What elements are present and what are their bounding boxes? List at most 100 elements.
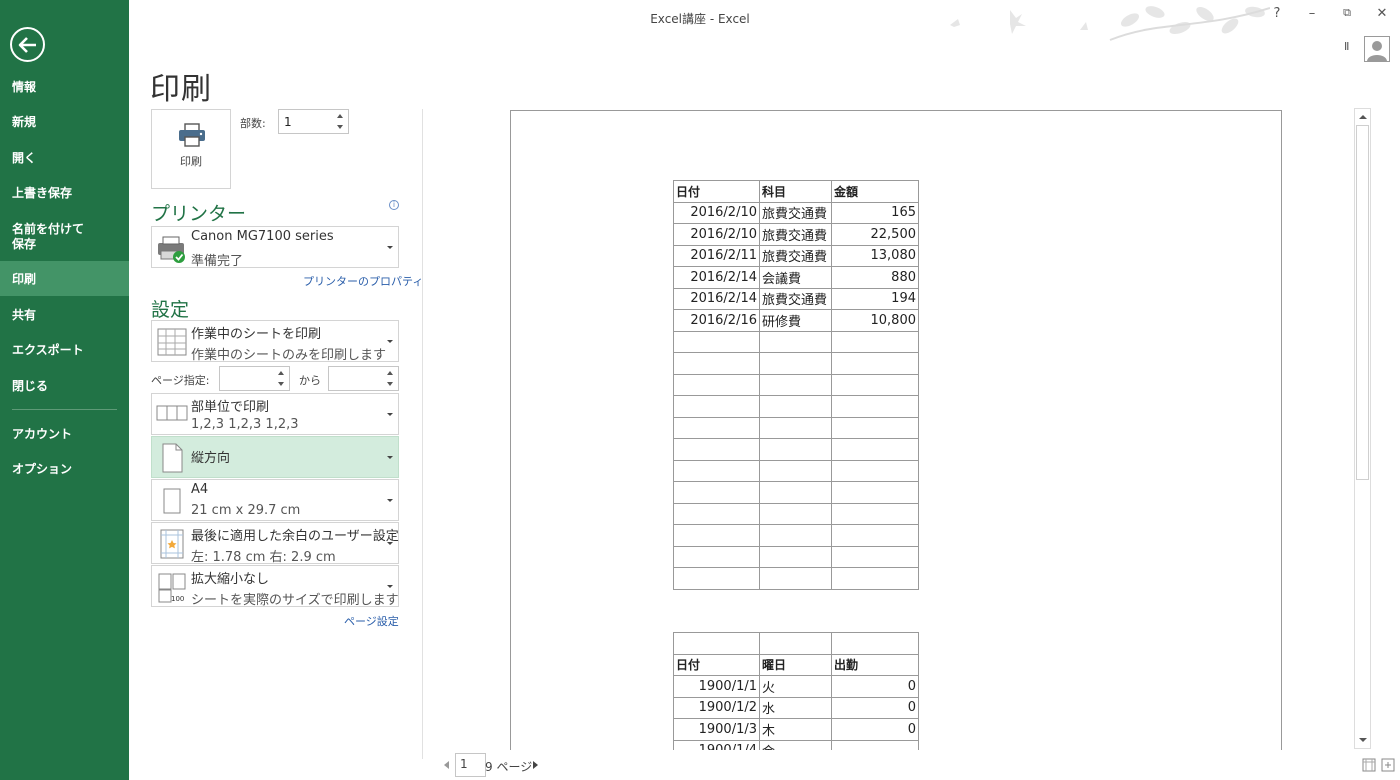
pages-to-label: から (299, 374, 321, 387)
printer-properties-link[interactable]: プリンターのプロパティ (303, 273, 423, 289)
table-row-empty (673, 524, 919, 547)
print-button-label: 印刷 (180, 155, 202, 168)
sidebar-item-5[interactable]: 印刷 (0, 261, 129, 296)
table-cell (759, 330, 832, 353)
table-row: 2016/2/11 旅費交通費 13,080 (673, 244, 919, 267)
table-row-empty (673, 330, 919, 353)
pages-to-decrement[interactable] (384, 379, 396, 390)
help-button[interactable]: ? (1267, 6, 1287, 21)
sidebar-item-6[interactable]: 共有 (0, 308, 129, 323)
table-cell (673, 567, 760, 590)
table-cell (673, 352, 760, 375)
table-cell (673, 545, 760, 568)
margins-select[interactable]: 最後に適用した余白のユーザー設定 左: 1.78 cm 右: 2.9 cm (151, 522, 399, 565)
scroll-up-icon[interactable] (1358, 113, 1368, 121)
margins-main: 最後に適用した余白のユーザー設定 (191, 529, 399, 544)
table-header-cell: 金額 (831, 180, 919, 203)
zoom-to-page-icon[interactable] (1381, 758, 1395, 772)
backstage-sidebar: 情報新規開く上書き保存名前を付けて 保存印刷共有エクスポート 閉じるアカウントオプ… (0, 0, 129, 780)
table-cell: 1900/1/4 (673, 739, 760, 750)
sidebar-item-0[interactable]: 情報 (0, 80, 129, 95)
page-total: 9 ページ (485, 760, 533, 774)
table-cell: 2016/2/10 (673, 201, 760, 224)
printer-status: 準備完了 (191, 254, 244, 269)
chevron-down-icon (387, 340, 393, 343)
collate-select[interactable]: 部単位で印刷 1,2,3 1,2,3 1,2,3 (151, 393, 399, 435)
table-cell: 水 (759, 696, 832, 719)
copies-input[interactable]: 1 (278, 109, 349, 134)
table-cell (673, 524, 760, 547)
table-row: 1900/1/1 火 0 (673, 675, 919, 698)
next-page-icon[interactable] (532, 760, 540, 770)
sidebar-item-2[interactable]: 開く (0, 151, 129, 166)
paper-size-main: A4 (191, 482, 209, 497)
table-header-cell: 曜日 (759, 653, 832, 676)
scaling-icon: 100 (158, 573, 186, 603)
copies-decrement-button[interactable] (334, 122, 346, 133)
table-cell: 2016/2/11 (673, 244, 760, 267)
scaling-select[interactable]: 100 拡大縮小なし シートを実際のサイズで印刷します (151, 565, 399, 608)
table-cell: 0 (831, 675, 919, 698)
user-avatar-icon (1364, 36, 1390, 62)
paper-size-select[interactable]: A4 21 cm x 29.7 cm (151, 479, 399, 521)
restore-button[interactable]: ⧉ (1337, 6, 1357, 20)
table-cell (831, 524, 919, 547)
minimize-button[interactable]: – (1302, 6, 1322, 21)
pages-from-input[interactable] (219, 366, 290, 391)
table-cell (831, 352, 919, 375)
pages-to-input[interactable] (328, 366, 399, 391)
account-area[interactable]: Ⅱ (1344, 36, 1392, 62)
table-cell: 木 (759, 718, 832, 741)
orientation-select[interactable]: 縦方向 (151, 436, 399, 478)
show-margins-icon[interactable] (1362, 758, 1376, 772)
svg-text:100: 100 (171, 595, 184, 603)
portrait-page-icon (162, 443, 183, 473)
sidebar-item-9[interactable]: アカウント (0, 427, 129, 442)
table-cell: 0 (831, 718, 919, 741)
pages-from-increment[interactable] (275, 368, 287, 379)
table-header-cell: 日付 (673, 653, 760, 676)
table-cell: 2016/2/14 (673, 266, 760, 289)
close-button[interactable]: ✕ (1372, 6, 1392, 21)
table-cell (831, 481, 919, 504)
print-what-select[interactable]: 作業中のシートを印刷 作業中のシートのみを印刷します (151, 320, 399, 363)
table-cell: 10,800 (831, 309, 919, 332)
scroll-down-icon[interactable] (1358, 736, 1368, 744)
page-setup-link[interactable]: ページ設定 (344, 613, 399, 629)
copies-increment-button[interactable] (334, 111, 346, 122)
table-cell: 194 (831, 287, 919, 310)
table-cell: 1900/1/1 (673, 675, 760, 698)
table-row-empty (673, 567, 919, 590)
pages-from-decrement[interactable] (275, 379, 287, 390)
current-page-input[interactable]: 1 (455, 753, 486, 777)
print-button[interactable]: 印刷 (151, 109, 231, 189)
sidebar-item-8[interactable]: 閉じる (0, 379, 129, 394)
table-cell (831, 416, 919, 439)
sidebar-item-7[interactable]: エクスポート (0, 343, 129, 358)
chevron-down-icon (387, 499, 393, 502)
spin-up-icon (387, 371, 393, 375)
sidebar-item-1[interactable]: 新規 (0, 115, 129, 130)
previous-page-icon[interactable] (442, 760, 450, 770)
sidebar-item-4[interactable]: 名前を付けて 保存 (0, 222, 129, 252)
info-icon[interactable]: i (389, 200, 399, 210)
scrollbar-thumb[interactable] (1356, 125, 1369, 480)
table-cell: 0 (831, 696, 919, 719)
chevron-down-icon (387, 456, 393, 459)
back-button[interactable] (10, 27, 45, 62)
margins-icon (160, 529, 184, 559)
table-cell (759, 524, 832, 547)
sidebar-item-10[interactable]: オプション (0, 462, 129, 477)
decoration-leaves-icon (950, 6, 1270, 41)
table-cell (759, 373, 832, 396)
table-cell (759, 545, 832, 568)
table-row-empty (673, 416, 919, 439)
preview-scrollbar[interactable] (1354, 108, 1371, 749)
scaling-sub: シートを実際のサイズで印刷します (191, 593, 399, 608)
table-cell (673, 416, 760, 439)
sidebar-item-3[interactable]: 上書き保存 (0, 186, 129, 201)
table-cell (831, 395, 919, 418)
table-row: 2016/2/14 会議費 880 (673, 266, 919, 289)
pages-to-increment[interactable] (384, 368, 396, 379)
printer-select[interactable]: Canon MG7100 series 準備完了 (151, 226, 399, 269)
